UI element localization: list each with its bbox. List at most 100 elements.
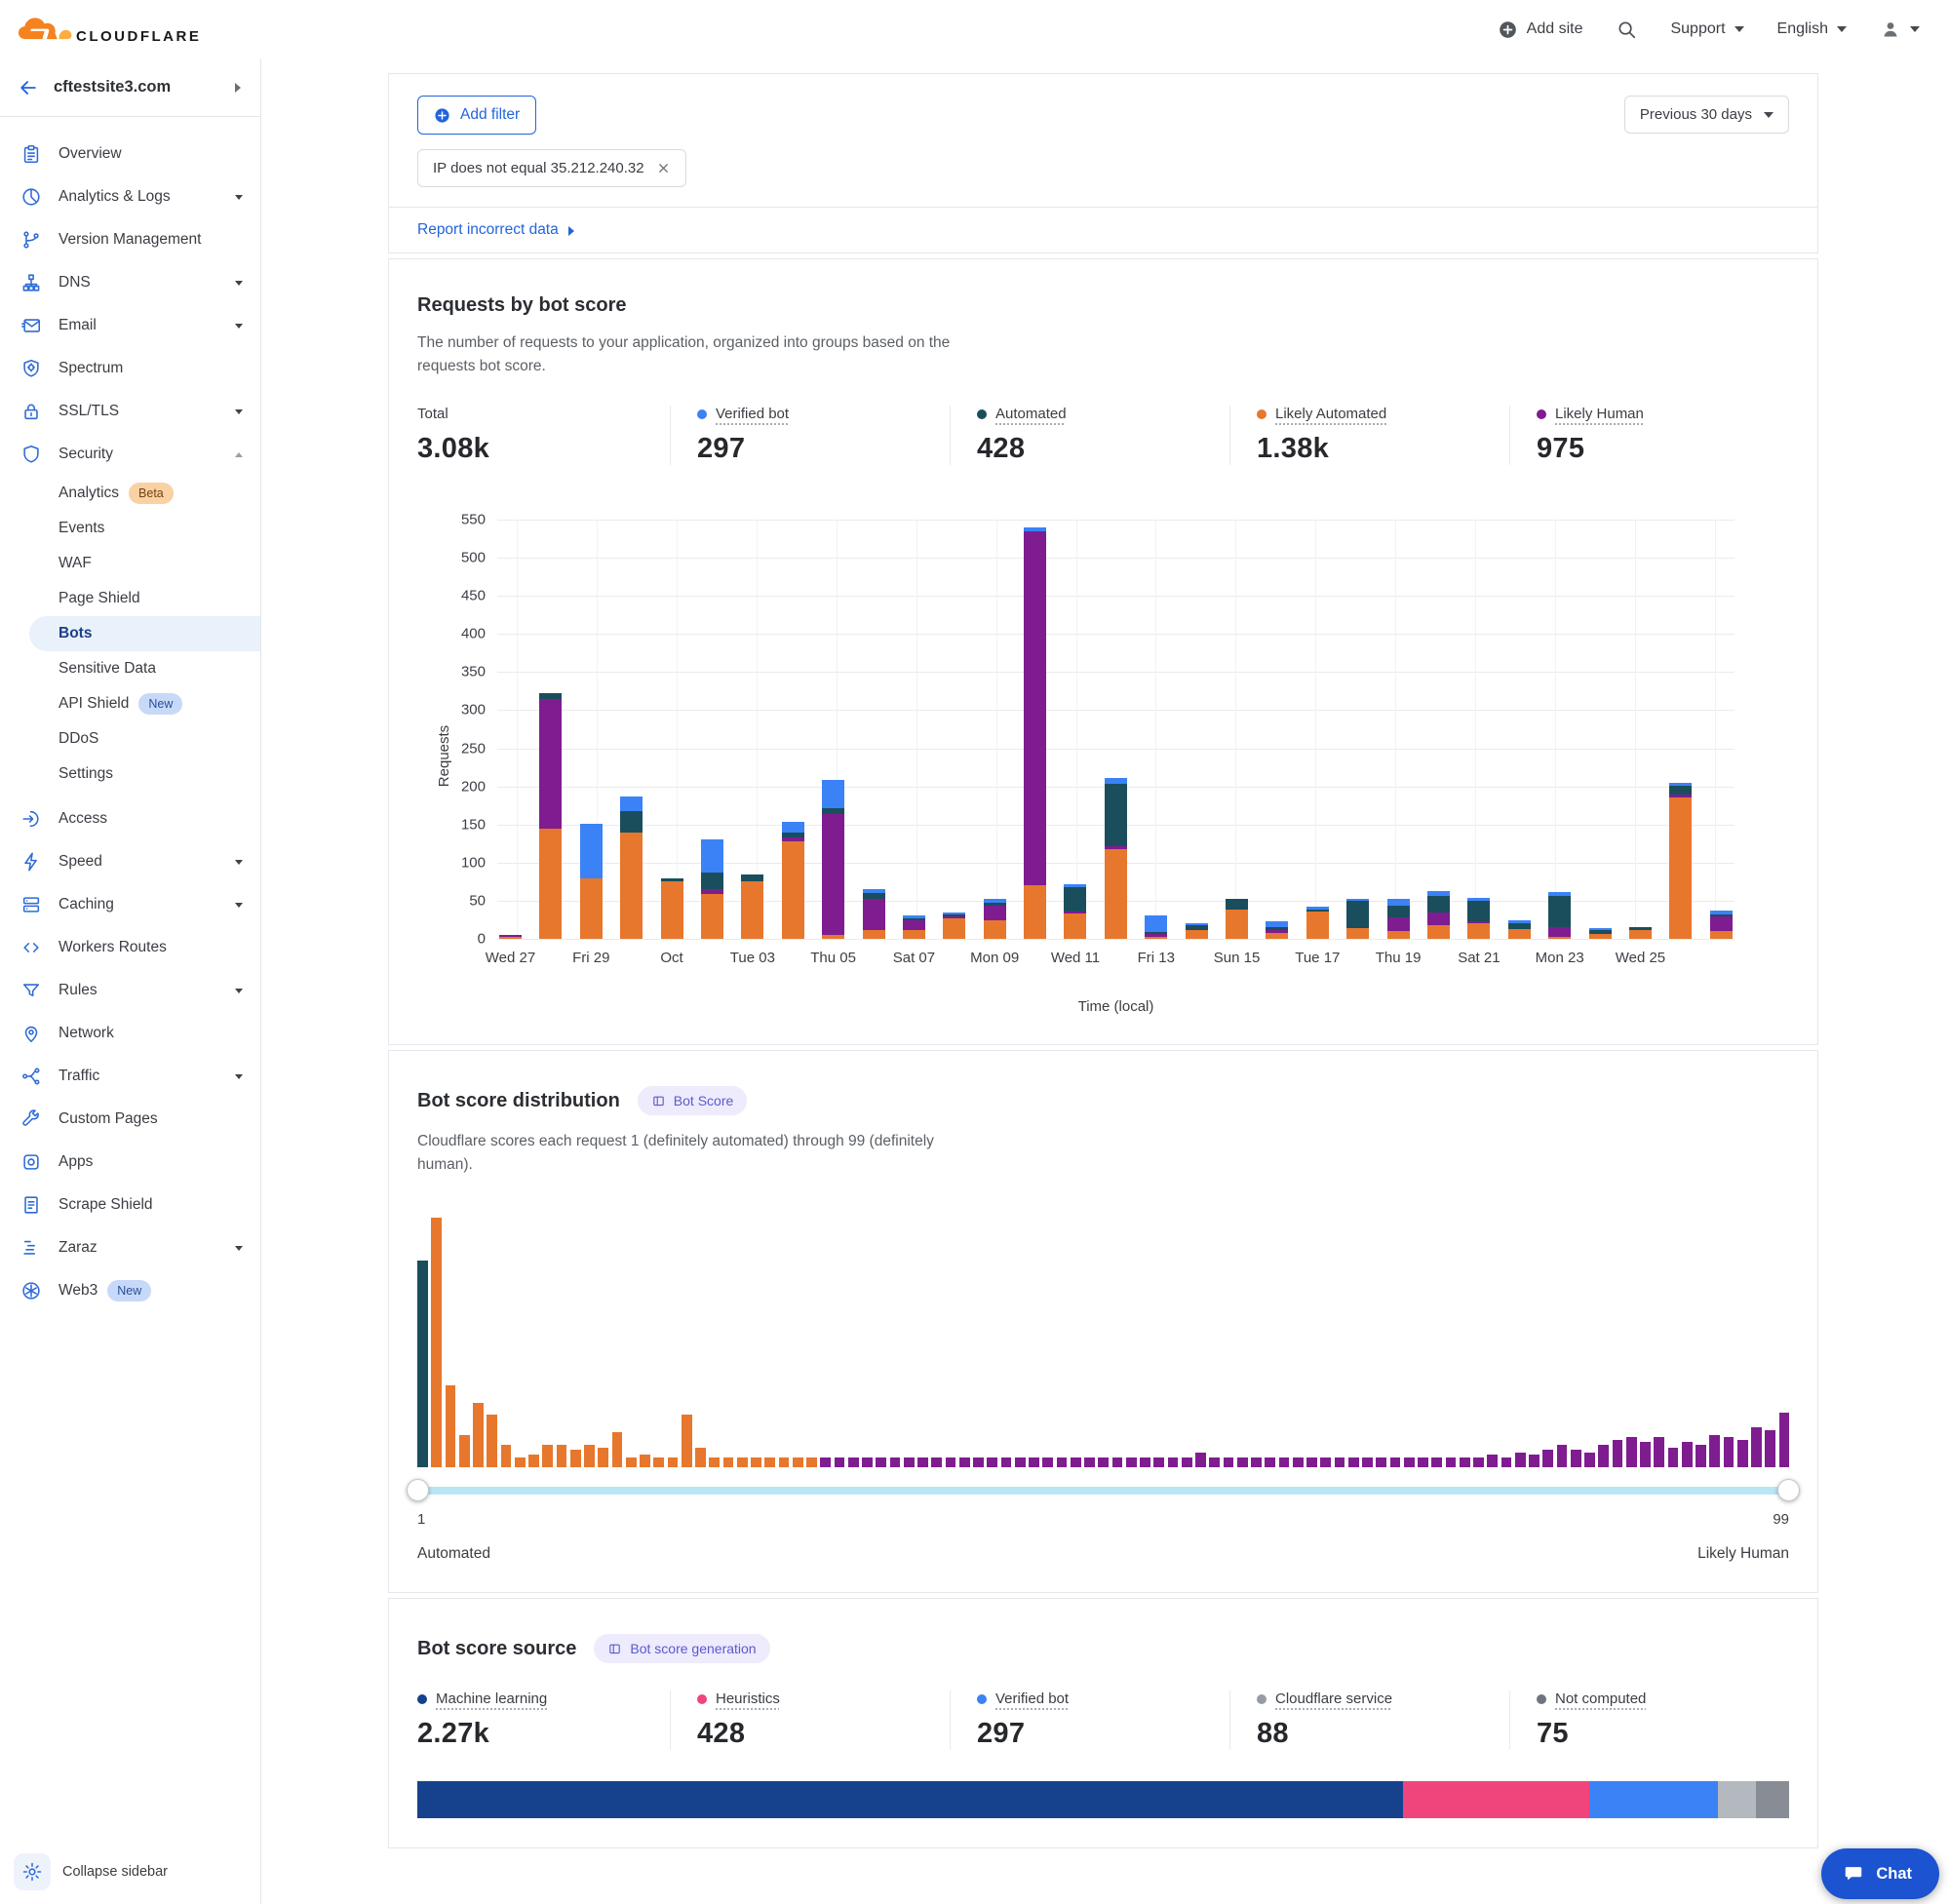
histogram-bar[interactable]	[1751, 1427, 1762, 1467]
histogram-bar[interactable]	[1293, 1457, 1304, 1467]
histogram-bar[interactable]	[668, 1457, 679, 1467]
histogram-bar[interactable]	[1598, 1445, 1609, 1467]
stat-label[interactable]: Likely Human	[1555, 406, 1644, 422]
histogram-bar[interactable]	[1765, 1430, 1775, 1467]
search-icon[interactable]	[1616, 19, 1637, 40]
histogram-bar[interactable]	[1335, 1457, 1345, 1467]
histogram-bar[interactable]	[1084, 1457, 1095, 1467]
histogram-bar[interactable]	[1182, 1457, 1192, 1467]
language-menu[interactable]: English	[1777, 20, 1847, 38]
histogram-bar[interactable]	[709, 1457, 720, 1467]
sidebar-item-rules[interactable]: Rules	[0, 969, 260, 1012]
add-site-button[interactable]: Add site	[1498, 19, 1583, 40]
histogram-bar[interactable]	[515, 1457, 526, 1467]
chart-bar[interactable]	[1105, 778, 1127, 939]
chart-bar[interactable]	[620, 797, 643, 939]
histogram-bar[interactable]	[751, 1457, 761, 1467]
stat-label[interactable]: Heuristics	[716, 1690, 780, 1707]
sidebar-item-speed[interactable]: Speed	[0, 840, 260, 883]
sidebar-item-traffic[interactable]: Traffic	[0, 1055, 260, 1098]
histogram-bar[interactable]	[1348, 1457, 1359, 1467]
histogram-bar[interactable]	[487, 1415, 497, 1467]
histogram-bar[interactable]	[446, 1385, 456, 1467]
histogram-bar[interactable]	[1529, 1455, 1540, 1467]
histogram-bar[interactable]	[1112, 1457, 1123, 1467]
sidebar-item-events[interactable]: Events	[0, 511, 260, 546]
histogram-bar[interactable]	[695, 1448, 706, 1467]
histogram-bar[interactable]	[1696, 1445, 1706, 1467]
chart-bar[interactable]	[1548, 892, 1571, 939]
histogram-bar[interactable]	[640, 1455, 650, 1467]
histogram-bar[interactable]	[959, 1457, 970, 1467]
sidebar-item-spectrum[interactable]: Spectrum	[0, 347, 260, 390]
stat-label[interactable]: Likely Automated	[1275, 406, 1386, 422]
histogram-bar[interactable]	[570, 1450, 581, 1467]
histogram-bar[interactable]	[1237, 1457, 1248, 1467]
sidebar-item-dns[interactable]: DNS	[0, 261, 260, 304]
histogram-bar[interactable]	[793, 1457, 803, 1467]
sidebar-item-apps[interactable]: Apps	[0, 1141, 260, 1184]
histogram-bar[interactable]	[1626, 1437, 1637, 1467]
stat-label[interactable]: Not computed	[1555, 1690, 1646, 1707]
chart-bar[interactable]	[499, 935, 522, 939]
chart-bar[interactable]	[1306, 907, 1329, 939]
histogram-bar[interactable]	[1682, 1442, 1693, 1467]
histogram-bar[interactable]	[1571, 1450, 1581, 1467]
sidebar-item-caching[interactable]: Caching	[0, 883, 260, 926]
sidebar-item-custom-pages[interactable]: Custom Pages	[0, 1098, 260, 1141]
histogram-bar[interactable]	[1460, 1457, 1470, 1467]
histogram-bar[interactable]	[1209, 1457, 1220, 1467]
sidebar-item-zaraz[interactable]: Zaraz	[0, 1226, 260, 1269]
sidebar-item-email[interactable]: Email	[0, 304, 260, 347]
histogram-bar[interactable]	[1224, 1457, 1234, 1467]
chart-bar[interactable]	[661, 878, 683, 939]
chart-bar[interactable]	[1346, 899, 1369, 939]
sidebar-item-analytics-logs[interactable]: Analytics & Logs	[0, 175, 260, 218]
sidebar-item-page-shield[interactable]: Page Shield	[0, 581, 260, 616]
chevron-right-icon[interactable]	[235, 83, 241, 93]
bot-score-generation-docs-badge[interactable]: Bot score generation	[594, 1634, 769, 1663]
histogram-bar[interactable]	[806, 1457, 817, 1467]
site-selector[interactable]: cftestsite3.com	[0, 58, 260, 117]
histogram-bar[interactable]	[723, 1457, 734, 1467]
histogram-bar[interactable]	[1404, 1457, 1415, 1467]
histogram-bar[interactable]	[584, 1445, 595, 1467]
histogram-bar[interactable]	[931, 1457, 942, 1467]
histogram-bar[interactable]	[1376, 1457, 1386, 1467]
histogram-bar[interactable]	[1557, 1445, 1568, 1467]
bot-score-docs-badge[interactable]: Bot Score	[638, 1086, 747, 1115]
histogram-bar[interactable]	[1251, 1457, 1262, 1467]
histogram-bar[interactable]	[1168, 1457, 1179, 1467]
sidebar-item-ddos[interactable]: DDoS	[0, 721, 260, 757]
slider-handle-min[interactable]	[407, 1479, 429, 1501]
histogram-bar[interactable]	[653, 1457, 664, 1467]
histogram-bar[interactable]	[1613, 1440, 1623, 1467]
histogram-bar[interactable]	[1015, 1457, 1026, 1467]
stat-label[interactable]: Verified bot	[716, 406, 789, 422]
histogram-bar[interactable]	[1306, 1457, 1317, 1467]
histogram-bar[interactable]	[917, 1457, 928, 1467]
histogram-bar[interactable]	[1501, 1457, 1512, 1467]
chart-bar[interactable]	[1508, 920, 1531, 940]
chart-bar[interactable]	[1064, 884, 1086, 939]
chart-bar[interactable]	[1266, 921, 1288, 939]
chart-bar[interactable]	[943, 913, 965, 939]
chart-bar[interactable]	[1024, 527, 1046, 939]
account-menu[interactable]	[1880, 19, 1920, 40]
histogram-bar[interactable]	[431, 1218, 442, 1467]
histogram-bar[interactable]	[626, 1457, 637, 1467]
histogram-bar[interactable]	[890, 1457, 901, 1467]
chart-bar[interactable]	[984, 899, 1006, 939]
histogram-bar[interactable]	[946, 1457, 956, 1467]
histogram-bar[interactable]	[848, 1457, 859, 1467]
histogram-bar[interactable]	[1140, 1457, 1150, 1467]
histogram-bar[interactable]	[876, 1457, 886, 1467]
stat-label[interactable]: Machine learning	[436, 1690, 547, 1707]
histogram-bar[interactable]	[542, 1445, 553, 1467]
histogram-bar[interactable]	[1001, 1457, 1012, 1467]
histogram-bar[interactable]	[1446, 1457, 1457, 1467]
histogram-bar[interactable]	[1584, 1453, 1595, 1467]
histogram-bar[interactable]	[1362, 1457, 1373, 1467]
sidebar-item-security[interactable]: Security	[0, 433, 260, 476]
filter-chip[interactable]: IP does not equal 35.212.240.32	[417, 149, 686, 187]
